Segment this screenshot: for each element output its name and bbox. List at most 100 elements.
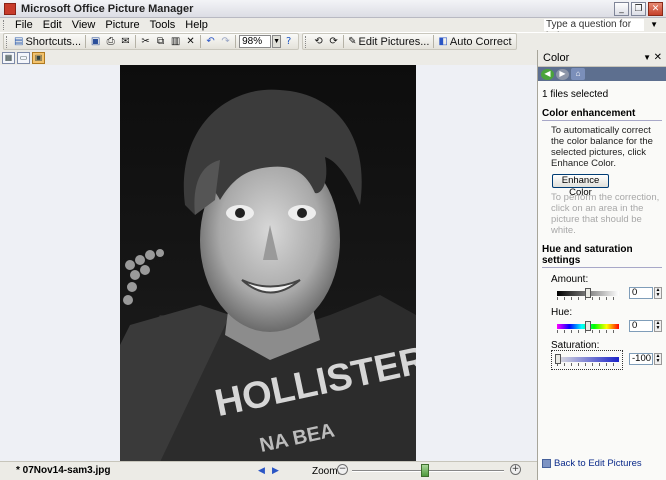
window-title: Microsoft Office Picture Manager xyxy=(21,2,194,15)
saturation-slider-track[interactable] xyxy=(557,357,619,362)
standard-toolbar: ▤ Shortcuts... ▣ ⎙ ✉ ✂ ⧉ ▥ ✕ ↶ ↷ 98% ▼ ? xyxy=(3,33,300,50)
edit-pictures-button[interactable]: ✎ Edit Pictures... xyxy=(346,34,431,49)
email-button[interactable]: ✉ xyxy=(118,34,133,49)
pane-navigation: ◀ ▶ ⌂ xyxy=(538,67,666,81)
shortcuts-icon: ▤ xyxy=(14,36,24,47)
picture-toolbar: ⟲ ⟳ ✎ Edit Pictures... ◧ Auto Correct xyxy=(302,33,517,50)
delete-button[interactable]: ✕ xyxy=(183,34,198,49)
toolbar-separator xyxy=(235,35,237,48)
hue-input[interactable]: 0 xyxy=(629,320,653,332)
saturation-input[interactable]: -100 xyxy=(629,353,653,365)
single-picture-view-icon[interactable]: ▣ xyxy=(32,51,45,64)
amount-input[interactable]: 0 xyxy=(629,287,653,299)
redo-button[interactable]: ↷ xyxy=(218,34,233,49)
help-icon: ? xyxy=(285,36,292,47)
save-icon: ▣ xyxy=(90,36,101,47)
enhance-color-button[interactable]: Enhance Color xyxy=(552,174,609,198)
color-task-pane: Color ▼ ✕ ◀ ▶ ⌂ 1 files selected Color e… xyxy=(537,50,666,480)
zoom-slider-thumb[interactable] xyxy=(420,464,429,477)
paste-button[interactable]: ▥ xyxy=(168,34,183,49)
delete-icon: ✕ xyxy=(186,36,195,47)
save-button[interactable]: ▣ xyxy=(88,34,103,49)
help-search-input[interactable]: Type a question for help xyxy=(544,19,644,42)
saturation-spinner-icon[interactable]: ▲ ▼ xyxy=(654,353,662,365)
menu-tools[interactable]: Tools xyxy=(145,19,181,31)
undo-icon: ↶ xyxy=(206,36,215,47)
hue-slider-thumb[interactable] xyxy=(585,321,591,331)
toolbar-separator xyxy=(200,35,202,48)
forward-icon[interactable]: ▶ xyxy=(556,68,569,80)
menu-picture[interactable]: Picture xyxy=(100,19,144,31)
menu-edit[interactable]: Edit xyxy=(38,19,67,31)
copy-icon: ⧉ xyxy=(157,36,165,47)
menu-grip[interactable] xyxy=(3,20,6,30)
home-icon[interactable]: ⌂ xyxy=(571,68,585,80)
white-point-description: To perform the correction, click on an a… xyxy=(551,192,660,236)
color-enhancement-heading: Color enhancement xyxy=(542,108,662,121)
saturation-ticks xyxy=(557,363,619,366)
zoom-in-icon[interactable]: + xyxy=(510,464,521,475)
back-to-edit-pictures-link[interactable]: Back to Edit Pictures xyxy=(554,458,642,469)
next-picture-icon[interactable]: ▶ xyxy=(272,465,279,476)
amount-label: Amount: xyxy=(551,274,589,285)
thumbnail-view-icon[interactable]: ▦ xyxy=(2,51,15,64)
hue-spinner-icon[interactable]: ▲ ▼ xyxy=(654,320,662,332)
title-bar: Microsoft Office Picture Manager _ ❐ ✕ xyxy=(0,0,666,18)
app-icon xyxy=(4,2,16,15)
toolbar-grip[interactable] xyxy=(6,35,9,48)
undo-button[interactable]: ↶ xyxy=(203,34,218,49)
saturation-slider-row: -100 ▲ ▼ xyxy=(551,350,662,370)
menu-bar: File Edit View Picture Tools Help Type a… xyxy=(0,18,666,42)
toolbar-grip[interactable] xyxy=(305,35,308,48)
help-button[interactable]: ? xyxy=(281,34,296,49)
photo[interactable]: HOLLISTER NA BEA xyxy=(120,65,416,462)
rotate-left-button[interactable]: ⟲ xyxy=(311,34,326,49)
pane-footer: Back to Edit Pictures xyxy=(542,458,642,469)
menu-file[interactable]: File xyxy=(10,19,38,31)
toolbar-separator xyxy=(135,35,137,48)
paste-icon: ▥ xyxy=(170,36,181,47)
photo-image: HOLLISTER NA BEA xyxy=(120,65,416,462)
back-icon[interactable]: ◀ xyxy=(541,68,554,80)
pane-menu-icon[interactable]: ▼ xyxy=(643,53,651,62)
zoom-out-icon[interactable]: − xyxy=(337,464,348,475)
toolbar-separator xyxy=(343,35,345,48)
view-bar: ▦ ▭ ▣ xyxy=(0,50,537,65)
toolbar-separator xyxy=(85,35,87,48)
zoom-dropdown-icon[interactable]: ▼ xyxy=(272,35,282,48)
filmstrip-view-icon[interactable]: ▭ xyxy=(17,51,30,64)
edit-pictures-icon: ✎ xyxy=(348,36,357,47)
rotate-right-button[interactable]: ⟳ xyxy=(326,34,341,49)
enhance-description: To automatically correct the color balan… xyxy=(551,125,653,169)
amount-spinner-icon[interactable]: ▲ ▼ xyxy=(654,287,662,299)
auto-correct-icon: ◧ xyxy=(438,36,448,47)
menu-view[interactable]: View xyxy=(67,19,101,31)
file-name: * 07Nov14-sam3.jpg xyxy=(16,465,111,476)
hue-saturation-heading: Hue and saturation settings xyxy=(542,244,662,268)
hue-label: Hue: xyxy=(551,307,573,318)
pane-close-icon[interactable]: ✕ xyxy=(654,52,662,63)
minimize-button[interactable]: _ xyxy=(614,2,629,16)
auto-correct-button[interactable]: ◧ Auto Correct xyxy=(436,34,513,49)
print-button[interactable]: ⎙ xyxy=(103,34,118,49)
cut-button[interactable]: ✂ xyxy=(138,34,153,49)
picture-area: HOLLISTER NA BEA xyxy=(0,65,537,462)
amount-slider-row: 0 ▲ ▼ xyxy=(551,287,662,301)
amount-slider-thumb[interactable] xyxy=(585,288,591,298)
rotate-left-icon: ⟲ xyxy=(314,36,323,47)
edit-pictures-icon xyxy=(542,459,551,468)
toolbar: ▤ Shortcuts... ▣ ⎙ ✉ ✂ ⧉ ▥ ✕ ↶ ↷ 98% ▼ ?… xyxy=(0,32,666,50)
restore-button[interactable]: ❐ xyxy=(631,2,646,16)
redo-icon: ↷ xyxy=(221,36,230,47)
email-icon: ✉ xyxy=(121,36,130,47)
saturation-slider-thumb[interactable] xyxy=(555,354,561,364)
copy-button[interactable]: ⧉ xyxy=(153,34,168,49)
rotate-right-icon: ⟳ xyxy=(329,36,338,47)
previous-picture-icon[interactable]: ◀ xyxy=(258,465,265,476)
close-button[interactable]: ✕ xyxy=(648,2,663,16)
help-dropdown-icon[interactable]: ▼ xyxy=(650,20,658,29)
shortcuts-button[interactable]: ▤ Shortcuts... xyxy=(12,34,83,49)
pane-header: Color ▼ ✕ xyxy=(538,50,666,67)
zoom-select[interactable]: 98% xyxy=(239,35,272,48)
menu-help[interactable]: Help xyxy=(180,19,213,31)
